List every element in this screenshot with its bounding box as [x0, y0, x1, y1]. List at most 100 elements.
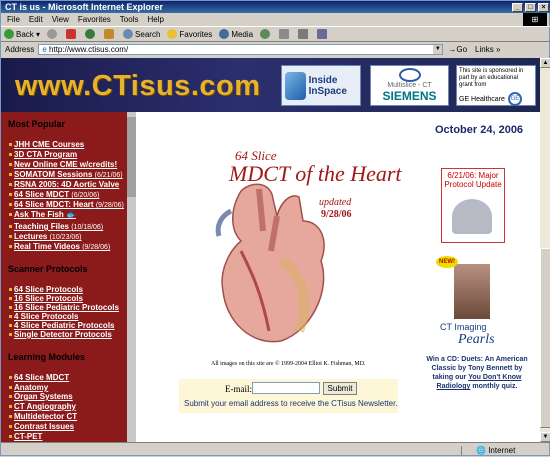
menu-favorites[interactable]: Favorites	[78, 15, 111, 24]
sidebar-item-ct-pet[interactable]: CT-PET	[9, 432, 42, 442]
section-most-popular: Most Popular	[8, 119, 66, 129]
edit-icon	[317, 29, 328, 39]
quiz-promo: Win a CD: Duets: An American Classic by …	[422, 355, 532, 391]
pearls-caption-2: Pearls	[458, 332, 495, 347]
history-icon	[260, 29, 271, 39]
sidebar-item-single-detector[interactable]: Single Detector Protocols	[9, 330, 112, 340]
sidebar-item-ask-fish[interactable]: Ask The Fish 🐟	[9, 210, 76, 220]
sidebar-item-module-64[interactable]: 64 Slice MDCT	[9, 373, 69, 383]
address-input[interactable]: e http://www.ctisus.com/▼	[38, 43, 444, 55]
stop-button[interactable]	[66, 29, 78, 39]
heart-illustration	[215, 183, 325, 343]
section-scanner-protocols: Scanner Protocols	[8, 264, 88, 274]
menu-file[interactable]: File	[7, 15, 20, 24]
sidebar-scroll-thumb[interactable]	[127, 117, 136, 197]
ct-pearls-link[interactable]: NEW! CT Imaging Pearls	[436, 256, 526, 347]
new-badge: NEW!	[436, 256, 458, 268]
sidebar-item-contrast[interactable]: Contrast Issues	[9, 422, 74, 432]
inspace-logo-icon	[285, 71, 306, 100]
skull-image	[454, 264, 490, 319]
back-arrow-icon	[4, 29, 14, 39]
sidebar-item-organ-systems[interactable]: Organ Systems	[9, 392, 73, 402]
menu-tools[interactable]: Tools	[120, 15, 139, 24]
menu-edit[interactable]: Edit	[29, 15, 43, 24]
windows-logo-icon: ⊞	[523, 13, 547, 26]
page-scroll-thumb[interactable]	[540, 248, 550, 428]
sidebar-item-online-cme[interactable]: New Online CME w/credits!	[9, 160, 117, 170]
siemens-ad[interactable]: Multislice - CT SIEMENS	[370, 65, 449, 106]
siemens-ring-icon	[398, 68, 421, 82]
minimize-button[interactable]: _	[512, 2, 523, 12]
stop-icon	[66, 29, 77, 39]
star-icon	[167, 29, 178, 39]
globe-icon: 🌐	[476, 445, 489, 455]
zone-indicator: 🌐 Internet	[461, 445, 550, 455]
maximize-button[interactable]: □	[525, 2, 536, 12]
fish-icon: 🐟	[66, 210, 76, 219]
protocol-title: 6/21/06: Major Protocol Update	[444, 171, 502, 189]
title-bar: CT is us - Microsoft Internet Explorer _…	[1, 1, 550, 13]
menu-view[interactable]: View	[52, 15, 69, 24]
chevron-down-icon[interactable]: ▼	[433, 44, 443, 54]
sidebar-scrollbar[interactable]	[127, 112, 136, 442]
forward-arrow-icon	[47, 29, 58, 39]
email-label: E-mail:	[225, 384, 252, 394]
forward-button[interactable]	[47, 29, 59, 39]
ge-logo-icon: GE	[507, 92, 522, 106]
history-button[interactable]	[260, 29, 272, 39]
newsletter-message: Submit your email address to receive the…	[184, 399, 398, 408]
print-button[interactable]	[298, 29, 310, 39]
inside-inspace-ad[interactable]: Inside InSpace	[281, 65, 361, 106]
quiz-text-2: monthly quiz.	[472, 383, 518, 390]
copyright-text: All images on this site are © 1999-2004 …	[211, 361, 366, 367]
window-title: CT is us - Microsoft Internet Explorer	[5, 2, 164, 12]
scroll-down-icon[interactable]: ▼	[540, 432, 550, 442]
page-date: October 24, 2006	[435, 124, 524, 136]
address-label: Address	[5, 44, 35, 54]
sidebar-item-3d-cta[interactable]: 3D CTA Program	[9, 150, 77, 160]
refresh-button[interactable]	[85, 29, 97, 39]
go-button[interactable]: →Go	[448, 45, 467, 54]
submit-button[interactable]: Submit	[323, 382, 357, 395]
close-button[interactable]: ×	[538, 2, 549, 12]
scroll-up-icon[interactable]: ▲	[540, 58, 550, 68]
home-button[interactable]	[104, 29, 116, 39]
print-icon	[298, 29, 309, 39]
toolbar: Back ▾ Search Favorites Media	[1, 26, 550, 42]
heart-feature-link[interactable]: 64 Slice MDCT of the Heart updated 9/28/…	[201, 143, 402, 348]
browser-window: CT is us - Microsoft Internet Explorer _…	[0, 0, 550, 456]
menu-bar: File Edit View Favorites Tools Help	[1, 13, 550, 26]
mail-button[interactable]	[279, 29, 291, 39]
page-viewport: www.CTisus.com Inside InSpace Multislice…	[1, 58, 540, 442]
search-icon	[123, 29, 134, 39]
edit-button[interactable]	[317, 29, 329, 39]
ge-sponsor-ad[interactable]: This site is sponsored in part by an edu…	[456, 65, 536, 106]
mail-icon	[279, 29, 290, 39]
favorites-button[interactable]: Favorites	[167, 29, 212, 39]
email-field[interactable]	[252, 382, 320, 394]
media-button[interactable]: Media	[219, 29, 253, 39]
page-scrollbar[interactable]: ▲ ▼	[540, 58, 550, 442]
section-learning-modules: Learning Modules	[8, 352, 86, 362]
home-icon	[104, 29, 115, 39]
site-logo[interactable]: www.CTisus.com	[15, 70, 261, 103]
sidebar-item-multidetector[interactable]: Multidetector CT	[9, 412, 77, 422]
refresh-icon	[85, 29, 96, 39]
sidebar-item-videos[interactable]: Real Time Videos (9/28/06)	[9, 242, 110, 253]
back-button[interactable]: Back ▾	[4, 29, 40, 39]
sidebar-item-jhh-cme[interactable]: JHH CME Courses	[9, 140, 84, 150]
pearls-caption-1: CT Imaging	[440, 322, 487, 332]
search-button[interactable]: Search	[123, 29, 160, 39]
links-button[interactable]: Links »	[475, 45, 500, 54]
site-banner: www.CTisus.com Inside InSpace Multislice…	[1, 58, 540, 112]
status-bar: 🌐 Internet	[1, 442, 550, 457]
sidebar-item-ct-angiography[interactable]: CT Angiography	[9, 402, 76, 412]
protocol-update-ad[interactable]: 6/21/06: Major Protocol Update	[441, 168, 505, 243]
sidebar-item-rsna-2005[interactable]: RSNA 2005: 4D Aortic Valve	[9, 180, 119, 190]
menu-help[interactable]: Help	[147, 15, 163, 24]
ge-label: GE Healthcare	[459, 95, 505, 103]
ge-sponsor-text: This site is sponsored in part by an edu…	[459, 68, 524, 88]
media-icon	[219, 29, 230, 39]
inspace-label: Inside InSpace	[308, 74, 347, 97]
newsletter-form: E-mail: Submit Submit your email address…	[179, 379, 398, 413]
